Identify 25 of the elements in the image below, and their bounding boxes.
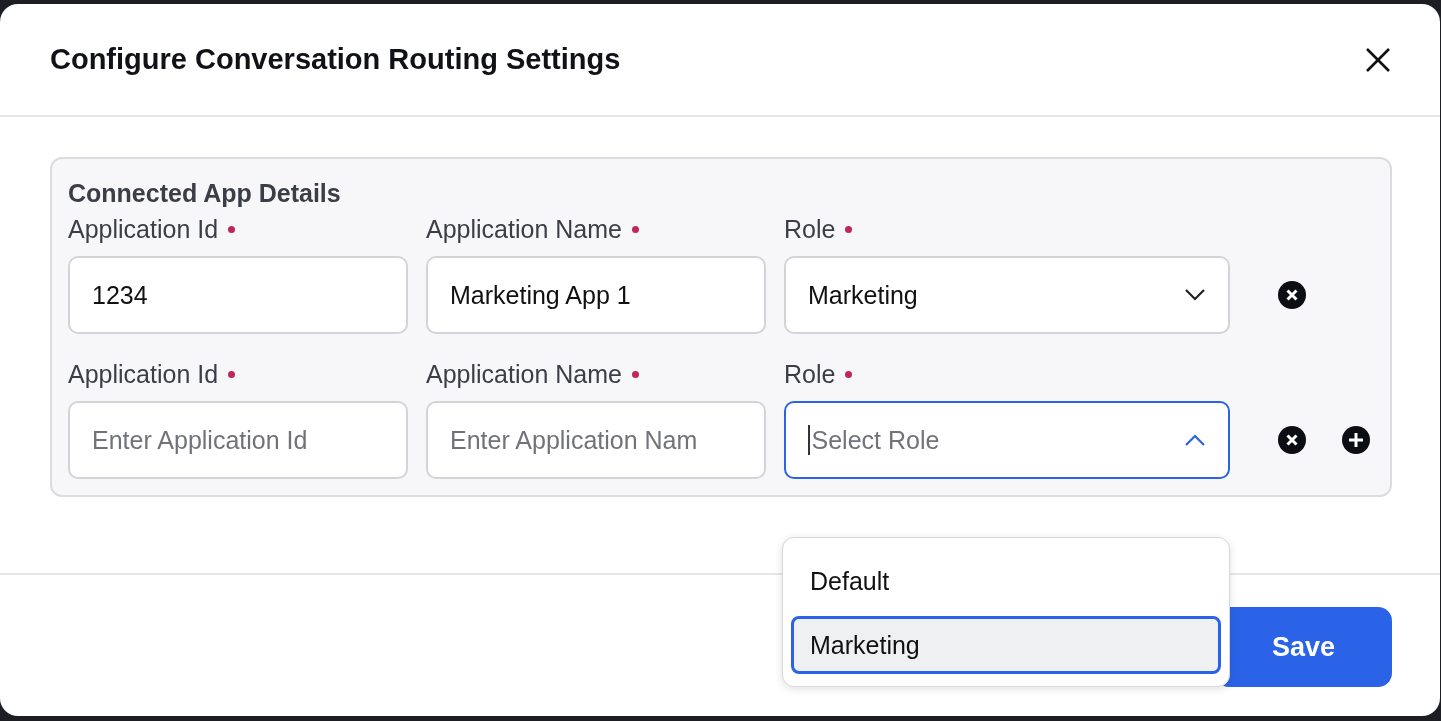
field-label: Role <box>784 212 1230 246</box>
close-circle-icon <box>1278 281 1306 309</box>
input-field[interactable]: Enter Application Nam <box>426 401 766 479</box>
add-row-button[interactable] <box>1342 426 1370 454</box>
dropdown-option[interactable]: Marketing <box>791 616 1221 674</box>
field-label: Application Id <box>68 357 408 391</box>
select-field[interactable]: Marketing <box>784 256 1230 334</box>
close-button[interactable] <box>1364 45 1392 74</box>
field-label: Application Name <box>426 357 766 391</box>
remove-row-button[interactable] <box>1278 281 1306 309</box>
section-title: Connected App Details <box>68 179 342 208</box>
field-label: Application Name <box>426 212 766 246</box>
remove-row-button[interactable] <box>1278 426 1306 454</box>
input-field[interactable]: Enter Application Id <box>68 401 408 479</box>
dialog-title: Configure Conversation Routing Settings <box>50 43 621 76</box>
input-field[interactable]: Marketing App 1 <box>426 256 766 334</box>
field-label: Application Id <box>68 212 408 246</box>
chevron-icon <box>1184 433 1206 447</box>
close-circle-icon <box>1278 426 1306 454</box>
chevron-icon <box>1184 288 1206 302</box>
field-label: Role <box>784 357 1230 391</box>
dropdown-option[interactable]: Default <box>791 552 1221 610</box>
plus-circle-icon <box>1342 426 1370 454</box>
input-field[interactable]: 1234 <box>68 256 408 334</box>
select-field[interactable]: Select Role <box>784 401 1230 479</box>
